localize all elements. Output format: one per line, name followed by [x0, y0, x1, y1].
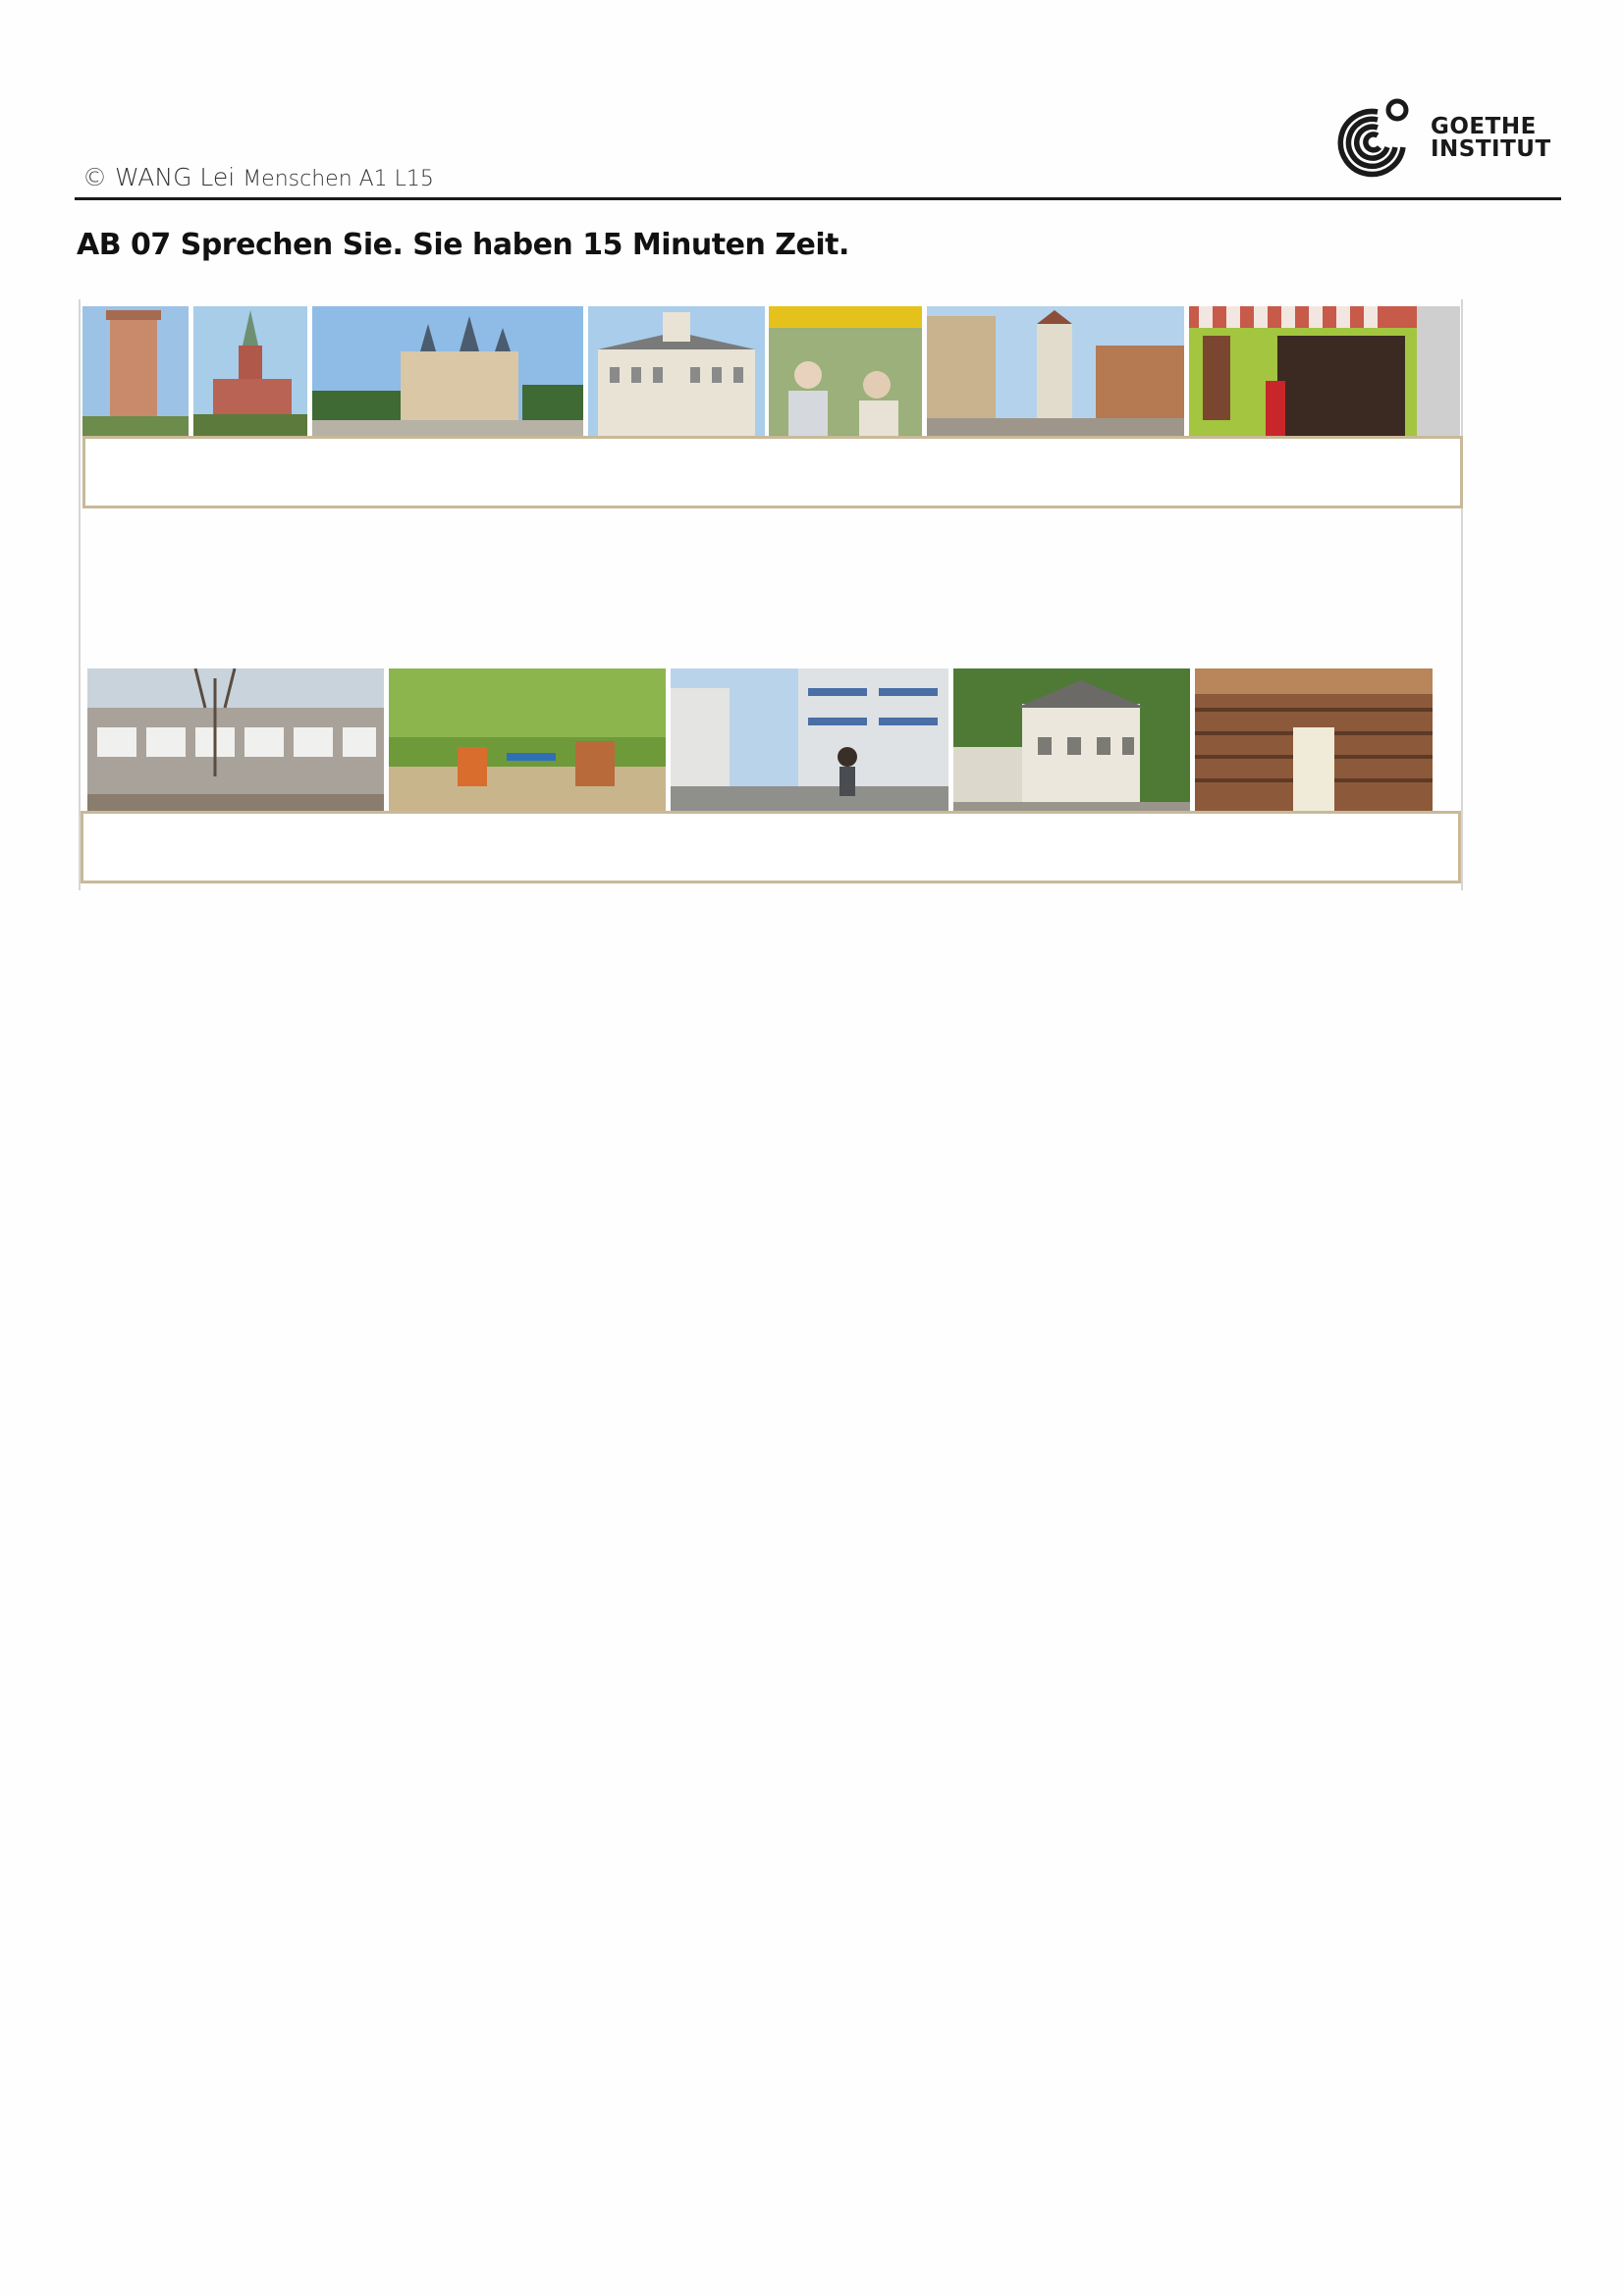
goethe-institut-logo: GOETHE INSTITUT: [1321, 90, 1550, 196]
course-text: Menschen A1 L15: [243, 167, 434, 191]
logo-line-institut: INSTITUT: [1431, 136, 1551, 162]
modern-building-photo: [671, 668, 948, 811]
library-photo: [1195, 668, 1433, 811]
header-copyright: © WANG Lei Menschen A1 L15: [82, 163, 434, 191]
header-rule: [75, 197, 1561, 200]
town-hall-photo: [588, 306, 765, 436]
answer-box-top[interactable]: [82, 436, 1463, 508]
playground-photo: [389, 668, 666, 811]
school-building-photo: [87, 668, 384, 811]
task-title: AB 07 Sprechen Sie. Sie haben 15 Minuten…: [77, 228, 849, 262]
copyright-text: © WANG Lei: [82, 163, 236, 191]
answer-box-bottom[interactable]: [81, 811, 1461, 883]
old-town-gate-photo: [927, 306, 1184, 436]
market-photo: [769, 306, 922, 436]
logo-text: GOETHE INSTITUT: [1431, 116, 1551, 161]
logo-line-goethe: GOETHE: [1431, 114, 1537, 139]
goethe-swirl-icon: [1337, 98, 1409, 178]
castle-photo: [312, 306, 583, 436]
tower-photo: [82, 306, 189, 436]
youth-hostel-photo: [953, 668, 1190, 811]
church-photo: [193, 306, 307, 436]
shop-photo: [1189, 306, 1460, 436]
